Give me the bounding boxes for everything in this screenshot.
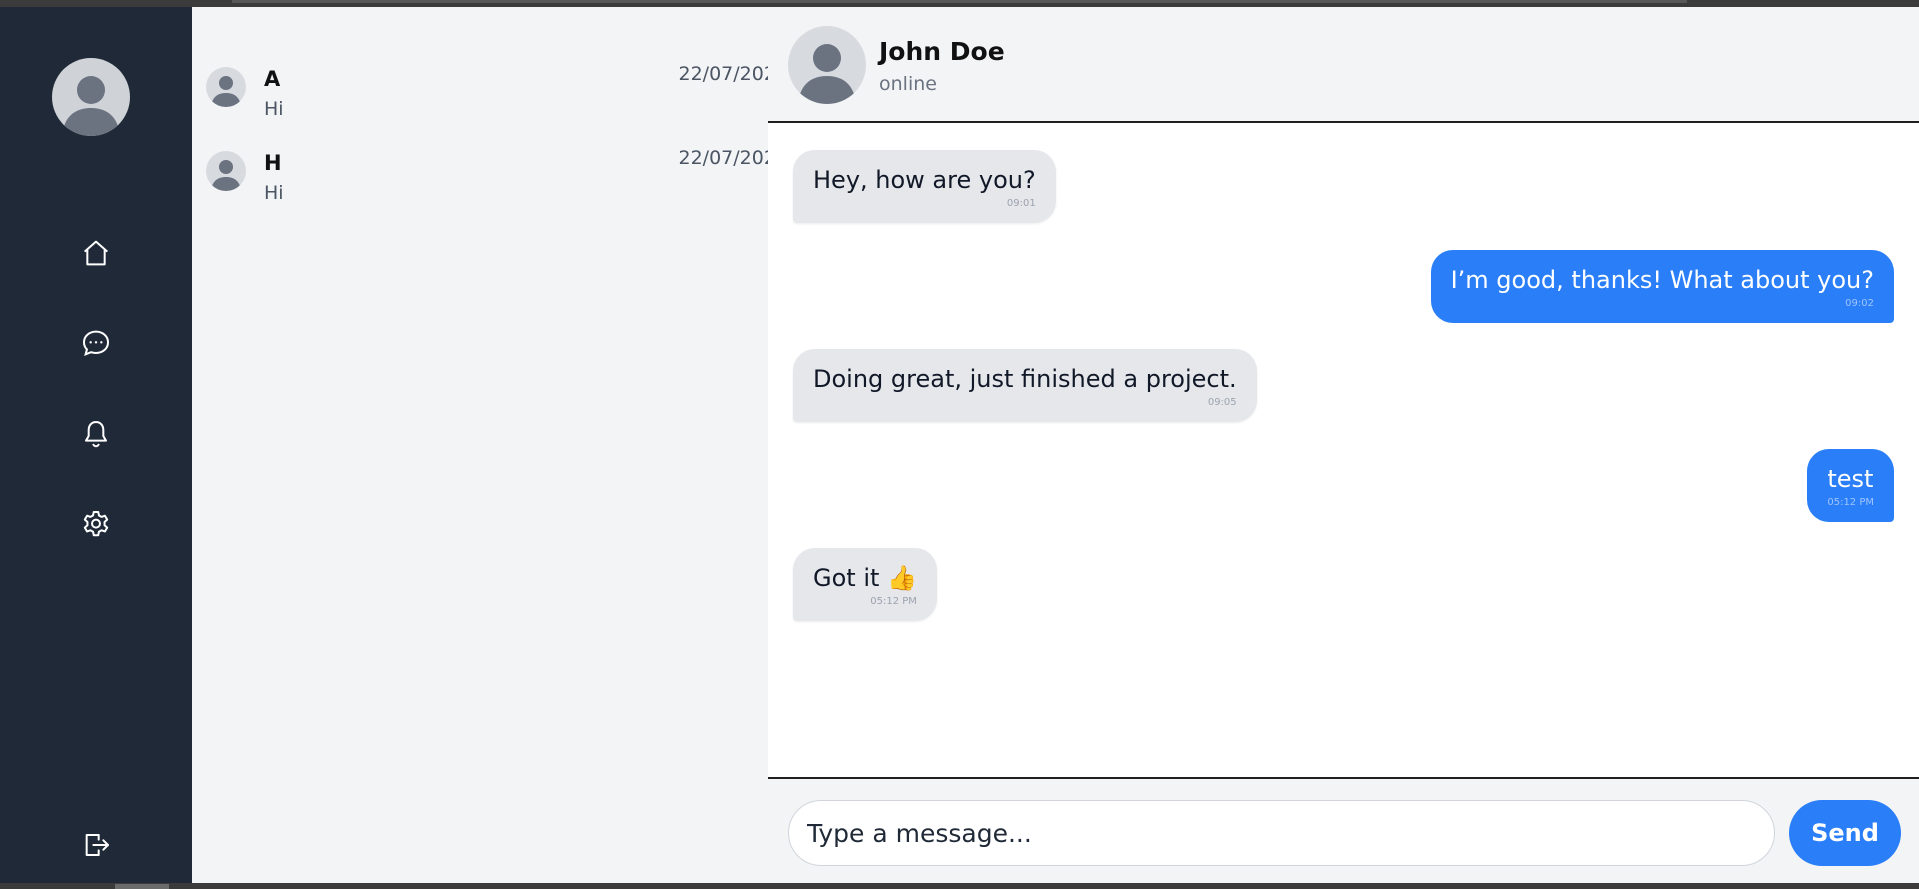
message-text: test <box>1827 465 1874 493</box>
contact-name: H <box>264 151 282 175</box>
conversation-item[interactable]: H Hi 22/07/2024 2 <box>192 131 948 211</box>
bell-icon <box>85 421 107 448</box>
message-bubble-outgoing: test 05:12 PM <box>1807 449 1894 522</box>
user-silhouette-icon <box>798 44 856 104</box>
contact-avatar[interactable] <box>788 26 866 104</box>
chat-pane: John Doe online Hey, how are you? 09:01 … <box>768 7 1919 883</box>
logout-icon <box>85 834 109 856</box>
conversation-list: A Hi 22/07/2024 1 H Hi 22/07/2024 2 <box>192 7 948 883</box>
message-preview: Hi <box>264 182 284 204</box>
user-avatar[interactable] <box>52 58 130 136</box>
gear-icon <box>83 511 109 537</box>
sidebar <box>0 7 192 883</box>
logout-button[interactable] <box>0 815 192 875</box>
user-silhouette-icon <box>211 160 241 191</box>
nav-chats[interactable] <box>0 313 192 373</box>
user-silhouette-icon <box>62 76 120 136</box>
user-silhouette-icon <box>211 76 241 107</box>
message-preview: Hi <box>264 98 284 120</box>
nav-notifications[interactable] <box>0 404 192 464</box>
message-text: I’m good, thanks! What about you? <box>1450 266 1874 294</box>
message-bubble-incoming: Doing great, just finished a project. 09… <box>793 349 1257 422</box>
messenger-app: A Hi 22/07/2024 1 H Hi 22/07/2024 2 <box>0 7 1919 883</box>
send-button[interactable]: Send <box>1789 800 1901 866</box>
message-time: 09:05 <box>1207 397 1237 408</box>
tab-strip <box>232 0 1687 3</box>
message-text: Got it 👍 <box>813 564 917 592</box>
home-icon <box>84 240 108 266</box>
message-bubble-incoming: Got it 👍 05:12 PM <box>793 548 937 621</box>
message-input[interactable] <box>788 800 1775 866</box>
message-time: 09:02 <box>1845 298 1874 309</box>
conversation-item[interactable]: A Hi 22/07/2024 1 <box>192 47 948 127</box>
message-time: 09:01 <box>1006 198 1036 209</box>
nav-settings[interactable] <box>0 494 192 554</box>
window-top-strip <box>0 0 1919 7</box>
message-bubble-incoming: Hey, how are you? 09:01 <box>793 150 1056 223</box>
chat-icon <box>82 330 110 356</box>
message-time: 05:12 PM <box>1827 497 1874 508</box>
scrollbar-thumb[interactable] <box>115 884 169 889</box>
message-time: 05:12 PM <box>870 596 917 607</box>
message-text: Doing great, just finished a project. <box>813 365 1237 393</box>
message-composer: Send <box>768 777 1919 883</box>
contact-avatar <box>206 67 246 107</box>
contact-name: John Doe <box>879 37 1005 66</box>
nav-home[interactable] <box>0 223 192 283</box>
chat-header: John Doe online <box>768 7 1919 123</box>
contact-avatar <box>206 151 246 191</box>
message-text: Hey, how are you? <box>813 166 1036 194</box>
message-bubble-outgoing: I’m good, thanks! What about you? 09:02 <box>1430 250 1894 323</box>
contact-status: online <box>879 73 937 95</box>
contact-name: A <box>264 67 281 91</box>
window-bottom-strip <box>0 883 1919 889</box>
